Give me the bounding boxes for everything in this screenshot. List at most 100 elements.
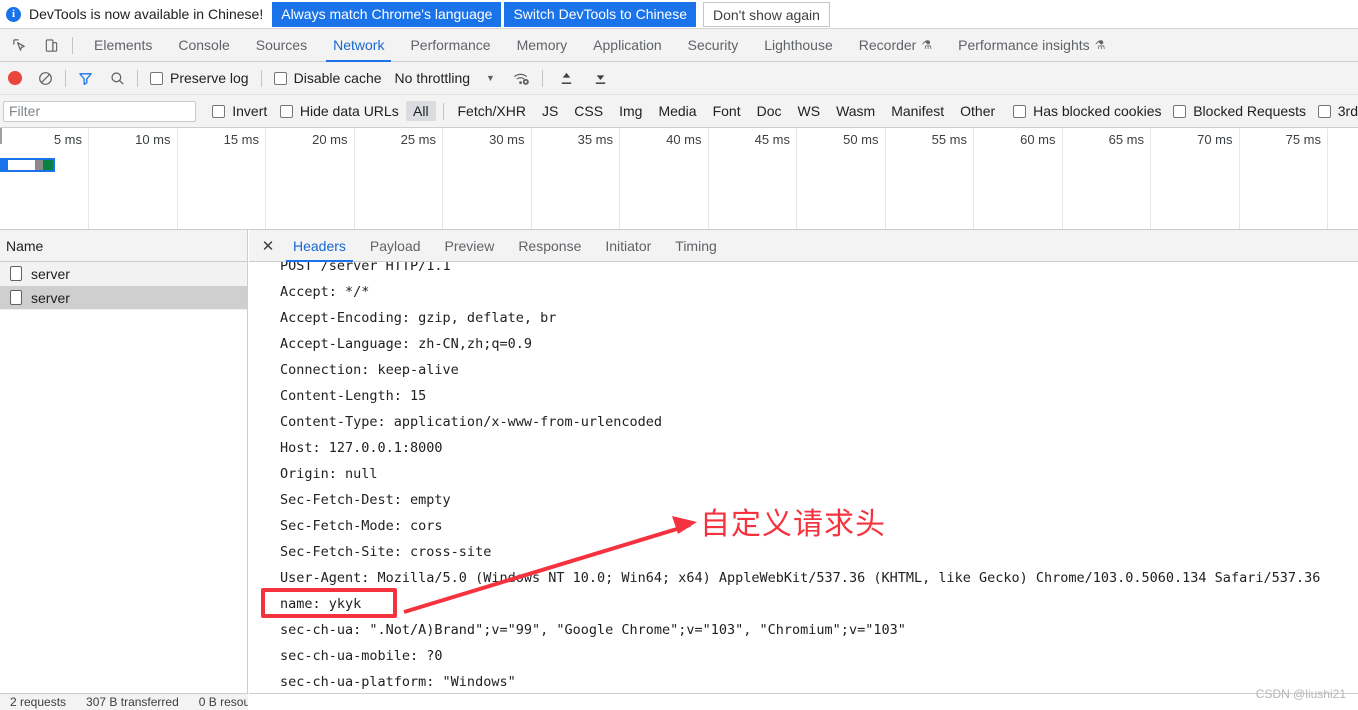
detail-tab-headers[interactable]: Headers [281, 230, 358, 262]
detail-tab-timing[interactable]: Timing [663, 230, 729, 262]
checkbox-box[interactable] [273, 71, 287, 85]
watermark: CSDN @liushi21 [1255, 687, 1346, 701]
record-button-icon[interactable] [8, 71, 22, 85]
filter-type-fetch-xhr[interactable]: Fetch/XHR [450, 101, 532, 121]
tab-label: Application [593, 36, 662, 53]
network-overview-timeline[interactable]: 5 ms 10 ms 15 ms 20 ms 25 ms 30 ms 35 ms 40 ms 4… [0, 128, 1358, 230]
header-line: Content-Type: application/x-www-from-url… [280, 414, 663, 430]
header-line: Connection: keep-alive [280, 362, 459, 378]
dont-show-again-button[interactable]: Don't show again [702, 1, 830, 27]
detail-tab-preview[interactable]: Preview [433, 230, 507, 262]
timeline-tick-label: 50 ms [843, 132, 879, 147]
filter-type-manifest[interactable]: Manifest [884, 101, 951, 121]
tab-console[interactable]: Console [165, 29, 242, 62]
header-line: sec-ch-ua-mobile: ?0 [280, 648, 443, 664]
switch-devtools-language-button[interactable]: Switch DevTools to Chinese [504, 1, 696, 27]
checkbox-box[interactable] [1173, 104, 1187, 118]
header-line: Sec-Fetch-Site: cross-site [280, 544, 492, 560]
network-conditions-icon[interactable] [513, 71, 530, 86]
tab-application[interactable]: Application [580, 29, 675, 62]
device-toolbar-icon[interactable] [38, 32, 64, 58]
header-line: Host: 127.0.0.1:8000 [280, 440, 443, 456]
close-icon[interactable]: ✕ [255, 233, 281, 259]
blocked-requests-label: Blocked Requests [1193, 103, 1307, 119]
filter-type-css[interactable]: CSS [567, 101, 610, 121]
throttling-selector[interactable]: No throttling [395, 70, 470, 86]
tab-label: Security [687, 36, 739, 53]
clear-network-log-icon[interactable] [38, 71, 53, 86]
request-name: server [31, 289, 70, 306]
filter-type-doc[interactable]: Doc [750, 101, 789, 121]
checkbox-box[interactable] [212, 104, 226, 118]
timeline-tick-label: 40 ms [666, 132, 702, 147]
table-row[interactable]: server [0, 286, 247, 310]
timeline-tick-label: 35 ms [577, 132, 613, 147]
table-row[interactable]: server [0, 262, 247, 286]
tab-security[interactable]: Security [675, 29, 752, 62]
hide-data-urls-checkbox[interactable]: Hide data URLs [279, 103, 399, 119]
network-toolbar: Preserve log Disable cache No throttling… [0, 62, 1358, 95]
notification-message: DevTools is now available in Chinese! [29, 6, 264, 22]
request-name: server [31, 265, 70, 282]
chevron-down-icon[interactable]: ▼ [486, 73, 495, 83]
devtools-tab-strip: Elements Console Sources Network Perform… [0, 29, 1358, 62]
toolbar-divider [541, 69, 543, 87]
timeline-gridline [353, 128, 355, 229]
tab-lighthouse[interactable]: Lighthouse [751, 29, 846, 62]
toolbar-divider [137, 69, 138, 87]
timeline-tick-label: 20 ms [312, 132, 348, 147]
download-har-icon[interactable] [593, 71, 608, 86]
checkbox-box[interactable] [1317, 104, 1331, 118]
detail-tab-response[interactable]: Response [506, 230, 593, 262]
filter-type-other[interactable]: Other [953, 101, 1002, 121]
disable-cache-checkbox[interactable]: Disable cache [273, 70, 382, 86]
filter-type-ws[interactable]: WS [791, 101, 828, 121]
tab-label: Performance [410, 36, 491, 53]
tab-label: Performance insights [958, 36, 1090, 53]
timeline-gridline [1150, 128, 1151, 229]
tab-sources[interactable]: Sources [243, 29, 320, 62]
filter-type-font[interactable]: Font [706, 101, 748, 121]
upload-har-icon[interactable] [559, 71, 574, 86]
tab-recorder[interactable]: Recorder ⚗ [846, 29, 945, 62]
experiment-flask-icon: ⚗ [1094, 37, 1106, 52]
filter-type-img[interactable]: Img [612, 101, 649, 121]
filter-funnel-icon[interactable] [78, 71, 93, 86]
document-icon [10, 266, 22, 281]
always-match-language-button[interactable]: Always match Chrome's language [272, 1, 502, 27]
checkbox-box[interactable] [279, 104, 293, 118]
timeline-gridline [796, 128, 797, 229]
tab-elements[interactable]: Elements [81, 29, 165, 62]
timeline-gridline [88, 128, 89, 229]
tab-network[interactable]: Network [320, 29, 397, 62]
timeline-tick-label: 5 ms [53, 132, 82, 147]
timeline-gridline [707, 128, 709, 229]
has-blocked-cookies-checkbox[interactable]: Has blocked cookies [1013, 103, 1161, 119]
tab-performance-insights[interactable]: Performance insights ⚗ [945, 29, 1118, 62]
raw-headers-content[interactable]: POST /server HTTP/1.1 Accept: */* Accept-E… [249, 262, 1358, 693]
filter-type-all[interactable]: All [406, 101, 436, 121]
detail-tab-initiator[interactable]: Initiator [593, 230, 663, 262]
invert-checkbox[interactable]: Invert [212, 103, 267, 119]
filter-input[interactable] [3, 100, 196, 122]
checkbox-box[interactable] [1013, 104, 1027, 118]
timeline-gridline [1238, 128, 1240, 229]
filter-type-js[interactable]: JS [535, 101, 565, 121]
filter-type-wasm[interactable]: Wasm [829, 101, 882, 121]
third-party-requests-checkbox[interactable]: 3rd [1317, 103, 1358, 119]
search-icon[interactable] [110, 71, 125, 86]
checkbox-box[interactable] [150, 71, 163, 85]
blocked-requests-checkbox[interactable]: Blocked Requests [1173, 103, 1306, 119]
timeline-tick-label: 70 ms [1197, 132, 1233, 147]
filter-type-media[interactable]: Media [651, 101, 703, 121]
request-count: 2 requests [10, 695, 67, 709]
info-icon: i [6, 6, 21, 22]
tab-memory[interactable]: Memory [504, 29, 581, 62]
inspect-element-icon[interactable] [6, 32, 32, 58]
header-line: Sec-Fetch-Dest: empty [280, 492, 451, 508]
document-icon [10, 290, 22, 305]
preserve-log-checkbox[interactable]: Preserve log [150, 70, 249, 86]
tab-performance[interactable]: Performance [397, 29, 503, 62]
detail-tab-payload[interactable]: Payload [358, 230, 433, 262]
column-header-name[interactable]: Name [6, 238, 43, 254]
